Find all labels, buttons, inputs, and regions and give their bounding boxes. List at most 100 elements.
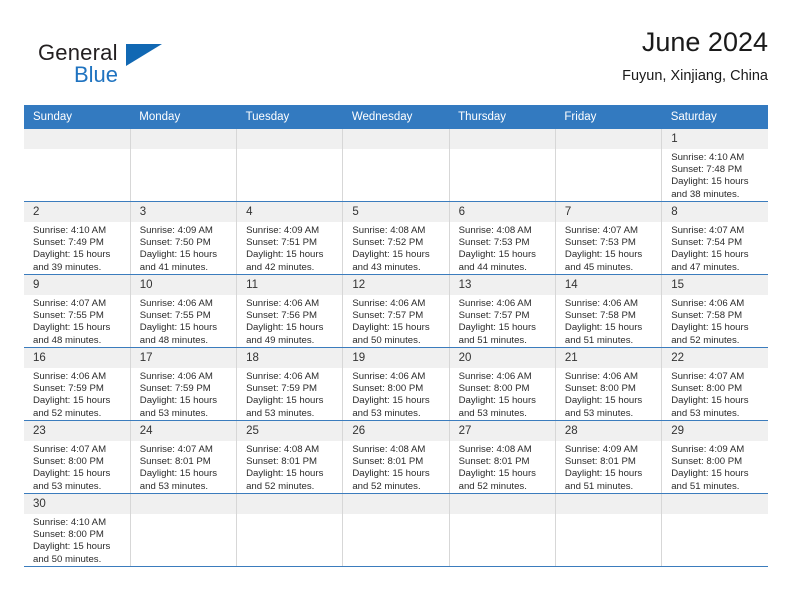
calendar-week-row: 2 Sunrise: 4:10 AM Sunset: 7:49 PM Daylight… [24, 201, 768, 275]
calendar-day-cell[interactable]: 9 Sunrise: 4:07 AM Sunset: 7:55 PM Daylight… [24, 274, 131, 348]
day-number [130, 494, 237, 514]
calendar-day-cell[interactable]: 1 Sunrise: 4:10 AM Sunset: 7:48 PM Daylight… [661, 129, 768, 202]
calendar-day-cell[interactable]: 18 Sunrise: 4:06 AM Sunset: 7:59 PM Dayligh… [236, 347, 344, 421]
day-number [555, 494, 662, 514]
sunrise-text: Sunrise: 4:06 AM [33, 371, 107, 382]
calendar-day-cell[interactable]: 22 Sunrise: 4:07 AM Sunset: 8:00 PM Dayligh… [661, 347, 768, 421]
sunrise-text: Sunrise: 4:07 AM [139, 444, 213, 455]
calendar-day-cell[interactable]: 2 Sunrise: 4:10 AM Sunset: 7:49 PM Daylight… [24, 201, 131, 275]
sunrise-text: Sunrise: 4:06 AM [458, 298, 532, 309]
calendar-day-cell[interactable]: 23 Sunrise: 4:07 AM Sunset: 8:00 PM Dayligh… [24, 420, 131, 494]
day-number: 1 [662, 129, 768, 149]
calendar-header-row: Sunday Monday Tuesday Wednesday Thursday Frid… [24, 105, 768, 129]
day-number [449, 129, 555, 149]
brand-logo[interactable]: General Blue [38, 40, 238, 94]
calendar-day-cell[interactable]: 24 Sunrise: 4:07 AM Sunset: 8:01 PM Dayligh… [130, 420, 238, 494]
brand-triangle-icon [126, 44, 162, 66]
daylight-text: Daylight: 15 hours and 52 minutes. [458, 468, 536, 492]
sunset-text: Sunset: 8:01 PM [564, 456, 636, 468]
day-info: Sunrise: 4:06 AM Sunset: 7:57 PM Daylight:… [450, 295, 555, 347]
daylight-text: Daylight: 15 hours and 51 minutes. [458, 322, 536, 346]
sunset-text: Sunset: 8:01 PM [246, 456, 317, 468]
calendar-cell-empty [449, 493, 556, 567]
day-number: 28 [555, 421, 662, 441]
daylight-text: Daylight: 15 hours and 53 minutes. [139, 395, 218, 419]
day-info: Sunrise: 4:06 AM Sunset: 7:56 PM Daylight:… [237, 295, 342, 347]
calendar-day-cell[interactable]: 15 Sunrise: 4:06 AM Sunset: 7:58 PM Dayligh… [661, 274, 768, 348]
sunrise-text: Sunrise: 4:07 AM [564, 225, 638, 236]
sunset-text: Sunset: 7:56 PM [246, 310, 317, 322]
calendar-day-cell[interactable]: 21 Sunrise: 4:06 AM Sunset: 8:00 PM Dayligh… [555, 347, 663, 421]
sunset-text: Sunset: 8:01 PM [139, 456, 211, 468]
sunrise-text: Sunrise: 4:06 AM [246, 298, 320, 309]
day-number: 3 [130, 202, 237, 222]
day-info: Sunrise: 4:06 AM Sunset: 7:59 PM Daylight:… [237, 368, 342, 420]
sunset-text: Sunset: 7:53 PM [458, 237, 530, 249]
calendar-day-cell[interactable]: 16 Sunrise: 4:06 AM Sunset: 7:59 PM Dayligh… [24, 347, 131, 421]
calendar-week-row: 9 Sunrise: 4:07 AM Sunset: 7:55 PM Daylight… [24, 274, 768, 348]
calendar-day-cell[interactable]: 6 Sunrise: 4:08 AM Sunset: 7:53 PM Daylight… [449, 201, 556, 275]
sunrise-text: Sunrise: 4:07 AM [671, 225, 745, 236]
sunrise-text: Sunrise: 4:06 AM [139, 371, 213, 382]
day-info: Sunrise: 4:08 AM Sunset: 8:01 PM Daylight:… [237, 441, 342, 493]
sunrise-text: Sunrise: 4:06 AM [352, 371, 426, 382]
daylight-text: Daylight: 15 hours and 48 minutes. [139, 322, 218, 346]
sunset-text: Sunset: 8:00 PM [564, 383, 636, 395]
day-number: 24 [130, 421, 237, 441]
daylight-text: Daylight: 15 hours and 52 minutes. [352, 468, 430, 492]
calendar-day-cell[interactable]: 28 Sunrise: 4:09 AM Sunset: 8:01 PM Dayligh… [555, 420, 663, 494]
day-number [24, 129, 130, 149]
day-number: 22 [662, 348, 768, 368]
calendar-day-cell[interactable]: 4 Sunrise: 4:09 AM Sunset: 7:51 PM Daylight… [236, 201, 344, 275]
sunset-text: Sunset: 7:57 PM [458, 310, 530, 322]
sunset-text: Sunset: 7:52 PM [352, 237, 424, 249]
sunrise-text: Sunrise: 4:06 AM [139, 298, 213, 309]
calendar-day-cell[interactable]: 12 Sunrise: 4:06 AM Sunset: 7:57 PM Dayligh… [342, 274, 450, 348]
calendar-cell-empty [130, 129, 238, 202]
day-number [343, 494, 449, 514]
day-info: Sunrise: 4:08 AM Sunset: 7:52 PM Daylight:… [343, 222, 448, 274]
daylight-text: Daylight: 15 hours and 49 minutes. [246, 322, 324, 346]
calendar-day-cell[interactable]: 13 Sunrise: 4:06 AM Sunset: 7:57 PM Dayligh… [449, 274, 556, 348]
calendar-day-cell[interactable]: 7 Sunrise: 4:07 AM Sunset: 7:53 PM Daylight… [555, 201, 663, 275]
daylight-text: Daylight: 15 hours and 53 minutes. [458, 395, 536, 419]
sunset-text: Sunset: 8:00 PM [671, 383, 743, 395]
daylight-text: Daylight: 15 hours and 53 minutes. [671, 395, 749, 419]
sunset-text: Sunset: 7:48 PM [671, 164, 743, 176]
daylight-text: Daylight: 15 hours and 53 minutes. [564, 395, 643, 419]
calendar-day-cell[interactable]: 10 Sunrise: 4:06 AM Sunset: 7:55 PM Dayligh… [130, 274, 238, 348]
day-info: Sunrise: 4:07 AM Sunset: 7:54 PM Daylight:… [662, 222, 768, 274]
sunset-text: Sunset: 7:55 PM [33, 310, 104, 322]
day-info: Sunrise: 4:07 AM Sunset: 8:00 PM Daylight:… [24, 441, 130, 493]
sunrise-text: Sunrise: 4:06 AM [564, 371, 638, 382]
calendar-day-cell[interactable]: 27 Sunrise: 4:08 AM Sunset: 8:01 PM Dayligh… [449, 420, 556, 494]
sunrise-text: Sunrise: 4:10 AM [33, 225, 107, 236]
calendar-day-cell[interactable]: 8 Sunrise: 4:07 AM Sunset: 7:54 PM Daylight… [661, 201, 768, 275]
weekday-header-friday: Friday [555, 105, 662, 129]
calendar-day-cell[interactable]: 25 Sunrise: 4:08 AM Sunset: 8:01 PM Dayligh… [236, 420, 344, 494]
calendar-cell-empty [236, 129, 344, 202]
calendar-day-cell[interactable]: 19 Sunrise: 4:06 AM Sunset: 8:00 PM Dayligh… [342, 347, 450, 421]
daylight-text: Daylight: 15 hours and 51 minutes. [671, 468, 749, 492]
calendar-day-cell[interactable]: 30 Sunrise: 4:10 AM Sunset: 8:00 PM Dayligh… [24, 493, 131, 567]
calendar-day-cell[interactable]: 26 Sunrise: 4:08 AM Sunset: 8:01 PM Dayligh… [342, 420, 450, 494]
day-number: 30 [24, 494, 130, 514]
day-number: 17 [130, 348, 237, 368]
calendar-day-cell[interactable]: 3 Sunrise: 4:09 AM Sunset: 7:50 PM Daylight… [130, 201, 238, 275]
sunrise-text: Sunrise: 4:07 AM [33, 444, 107, 455]
sunset-text: Sunset: 7:59 PM [246, 383, 317, 395]
day-number: 15 [662, 275, 768, 295]
day-number [662, 494, 768, 514]
calendar-day-cell[interactable]: 20 Sunrise: 4:06 AM Sunset: 8:00 PM Dayligh… [449, 347, 556, 421]
calendar-day-cell[interactable]: 17 Sunrise: 4:06 AM Sunset: 7:59 PM Dayligh… [130, 347, 238, 421]
calendar-day-cell[interactable]: 5 Sunrise: 4:08 AM Sunset: 7:52 PM Daylight… [342, 201, 450, 275]
calendar-body: 1 Sunrise: 4:10 AM Sunset: 7:48 PM Daylight… [24, 129, 768, 567]
calendar-cell-empty [555, 493, 663, 567]
day-info: Sunrise: 4:06 AM Sunset: 8:00 PM Daylight:… [343, 368, 448, 420]
sunset-text: Sunset: 7:49 PM [33, 237, 104, 249]
calendar-day-cell[interactable]: 11 Sunrise: 4:06 AM Sunset: 7:56 PM Dayligh… [236, 274, 344, 348]
day-number: 19 [343, 348, 449, 368]
daylight-text: Daylight: 15 hours and 53 minutes. [352, 395, 430, 419]
calendar-day-cell[interactable]: 14 Sunrise: 4:06 AM Sunset: 7:58 PM Dayligh… [555, 274, 663, 348]
calendar-day-cell[interactable]: 29 Sunrise: 4:09 AM Sunset: 8:00 PM Dayligh… [661, 420, 768, 494]
